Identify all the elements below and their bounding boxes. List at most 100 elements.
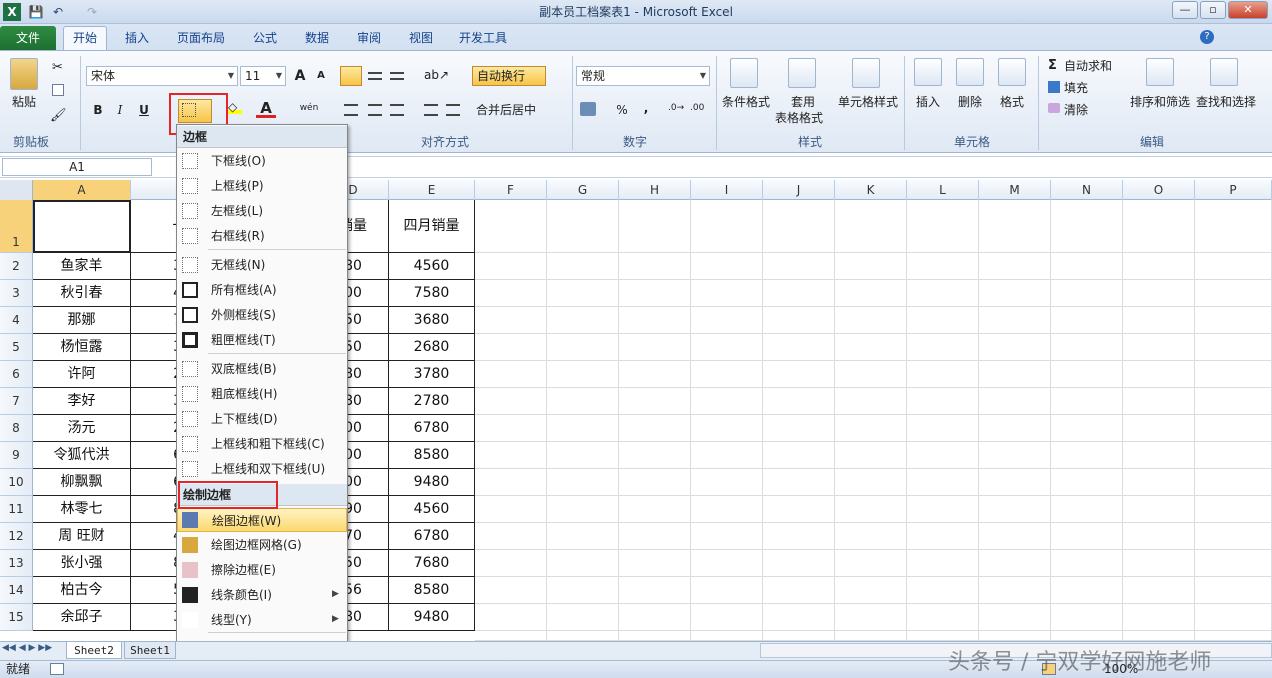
fill-color-icon[interactable]: ◇ xyxy=(228,100,242,114)
menu-item-border-10[interactable]: 上下框线(D) xyxy=(177,407,347,431)
column-header-p[interactable]: P xyxy=(1195,180,1272,200)
cell-e4[interactable]: 3680 xyxy=(389,307,475,334)
column-header-m[interactable]: M xyxy=(979,180,1051,200)
font-color-button[interactable]: A xyxy=(256,98,276,118)
cell-a8[interactable]: 汤元 xyxy=(33,415,131,442)
cell-e2[interactable]: 4560 xyxy=(389,253,475,280)
column-header-o[interactable]: O xyxy=(1123,180,1195,200)
row-header-15[interactable]: 15 xyxy=(0,604,33,631)
menu-item-border-6[interactable]: 外侧框线(S) xyxy=(177,303,347,327)
sheet-nav-arrows[interactable]: ◀◀ ◀ ▶ ▶▶ xyxy=(2,643,52,653)
table-format-button-line2[interactable]: 表格格式 xyxy=(775,110,823,126)
menu-item-border-5[interactable]: 所有框线(A) xyxy=(177,278,347,302)
increase-decimal-icon[interactable]: .0→ xyxy=(668,103,684,113)
cell-a4[interactable]: 那娜 xyxy=(33,307,131,334)
menu-item-draw-2[interactable]: 擦除边框(E) xyxy=(177,558,347,582)
menu-item-border-3[interactable]: 右框线(R) xyxy=(177,224,347,248)
align-center-icon[interactable] xyxy=(368,104,382,116)
cell-a9[interactable]: 令狐代洪 xyxy=(33,442,131,469)
help-icon[interactable]: ? xyxy=(1200,30,1214,44)
row-header-1[interactable]: 1 xyxy=(0,200,33,253)
table-format-button[interactable]: 套用 xyxy=(791,94,815,110)
column-header-a[interactable]: A xyxy=(33,180,131,200)
cell-e11[interactable]: 4560 xyxy=(389,496,475,523)
cell-e1[interactable]: 四月销量 xyxy=(389,200,475,253)
cell-e7[interactable]: 2780 xyxy=(389,388,475,415)
cell-a3[interactable]: 秋引春 xyxy=(33,280,131,307)
menu-item-border-11[interactable]: 上框线和粗下框线(C) xyxy=(177,432,347,456)
cell-a13[interactable]: 张小强 xyxy=(33,550,131,577)
format-cells-icon[interactable] xyxy=(998,58,1026,86)
autosum-button[interactable]: 自动求和 xyxy=(1064,58,1112,74)
row-header-4[interactable]: 4 xyxy=(0,307,33,334)
merge-center-button[interactable]: 合并后居中 xyxy=(476,102,536,118)
cell-a14[interactable]: 柏古今 xyxy=(33,577,131,604)
autosum-icon[interactable]: Σ xyxy=(1048,58,1057,73)
cell-e15[interactable]: 9480 xyxy=(389,604,475,631)
sort-filter-icon[interactable] xyxy=(1146,58,1174,86)
column-header-l[interactable]: L xyxy=(907,180,979,200)
font-size-combo[interactable]: 11 ▼ xyxy=(240,66,286,86)
row-header-6[interactable]: 6 xyxy=(0,361,33,388)
cell-a11[interactable]: 林零七 xyxy=(33,496,131,523)
format-cells-button[interactable]: 格式 xyxy=(1000,94,1024,110)
cut-icon[interactable]: ✂ xyxy=(52,60,63,75)
top-align-button[interactable] xyxy=(340,66,362,86)
cell-a1[interactable] xyxy=(33,200,131,253)
cell-e5[interactable]: 2680 xyxy=(389,334,475,361)
menu-item-border-2[interactable]: 左框线(L) xyxy=(177,199,347,223)
indent-icon[interactable] xyxy=(424,104,438,116)
column-header-e[interactable]: E xyxy=(389,180,475,200)
paste-button[interactable]: 粘贴 xyxy=(12,94,36,110)
menu-item-draw-1[interactable]: 绘图边框网格(G) xyxy=(177,533,347,557)
column-header-n[interactable]: N xyxy=(1051,180,1123,200)
cell-e8[interactable]: 6780 xyxy=(389,415,475,442)
column-header-g[interactable]: G xyxy=(547,180,619,200)
cell-a6[interactable]: 许阿 xyxy=(33,361,131,388)
tab-page-layout[interactable]: 页面布局 xyxy=(170,27,232,49)
copy-icon[interactable] xyxy=(52,84,64,96)
paste-icon[interactable] xyxy=(10,58,38,90)
insert-cells-icon[interactable] xyxy=(914,58,942,86)
decrease-decimal-icon[interactable]: .00 xyxy=(690,103,704,113)
italic-button[interactable]: I xyxy=(110,100,130,120)
menu-item-draw-0[interactable]: 绘图边框(W) xyxy=(177,508,347,532)
wrap-text-button[interactable]: 自动换行 xyxy=(472,66,546,86)
row-header-7[interactable]: 7 xyxy=(0,388,33,415)
menu-item-border-1[interactable]: 上框线(P) xyxy=(177,174,347,198)
cell-a15[interactable]: 余邱子 xyxy=(33,604,131,631)
menu-item-draw-3[interactable]: 线条颜色(I) xyxy=(177,583,347,607)
conditional-format-button[interactable]: 条件格式 xyxy=(722,94,770,110)
cell-e9[interactable]: 8580 xyxy=(389,442,475,469)
conditional-format-icon[interactable] xyxy=(730,58,758,88)
align-right-icon[interactable] xyxy=(390,104,404,116)
underline-button[interactable]: U xyxy=(134,100,154,120)
row-header-12[interactable]: 12 xyxy=(0,523,33,550)
row-header-3[interactable]: 3 xyxy=(0,280,33,307)
table-format-icon[interactable] xyxy=(788,58,816,88)
menu-item-border-7[interactable]: 粗匣框线(T) xyxy=(177,328,347,352)
cell-e3[interactable]: 7580 xyxy=(389,280,475,307)
orientation-icon[interactable]: ab↗ xyxy=(424,68,449,82)
menu-item-draw-4[interactable]: 线型(Y) xyxy=(177,608,347,632)
delete-cells-icon[interactable] xyxy=(956,58,984,86)
fill-icon[interactable] xyxy=(1048,81,1060,93)
tab-insert[interactable]: 插入 xyxy=(116,27,158,49)
menu-item-border-0[interactable]: 下框线(O) xyxy=(177,149,347,173)
format-painter-icon[interactable]: 🖌 xyxy=(50,108,67,123)
font-name-combo[interactable]: 宋体 ▼ xyxy=(86,66,238,86)
column-header-h[interactable]: H xyxy=(619,180,691,200)
column-header-i[interactable]: I xyxy=(691,180,763,200)
tab-home[interactable]: 开始 xyxy=(63,26,107,51)
cell-a7[interactable]: 李好 xyxy=(33,388,131,415)
clear-button[interactable]: 清除 xyxy=(1064,102,1088,118)
sheet-tab-sheet2[interactable]: Sheet2 xyxy=(66,641,122,659)
phonetic-button[interactable]: wén xyxy=(296,98,322,118)
cell-e14[interactable]: 8580 xyxy=(389,577,475,604)
undo-icon[interactable]: ↶ xyxy=(50,3,66,21)
clear-icon[interactable] xyxy=(1048,103,1060,113)
close-button[interactable]: ✕ xyxy=(1228,1,1268,19)
row-header-11[interactable]: 11 xyxy=(0,496,33,523)
macro-record-icon[interactable] xyxy=(50,663,64,675)
currency-icon[interactable] xyxy=(580,102,596,116)
